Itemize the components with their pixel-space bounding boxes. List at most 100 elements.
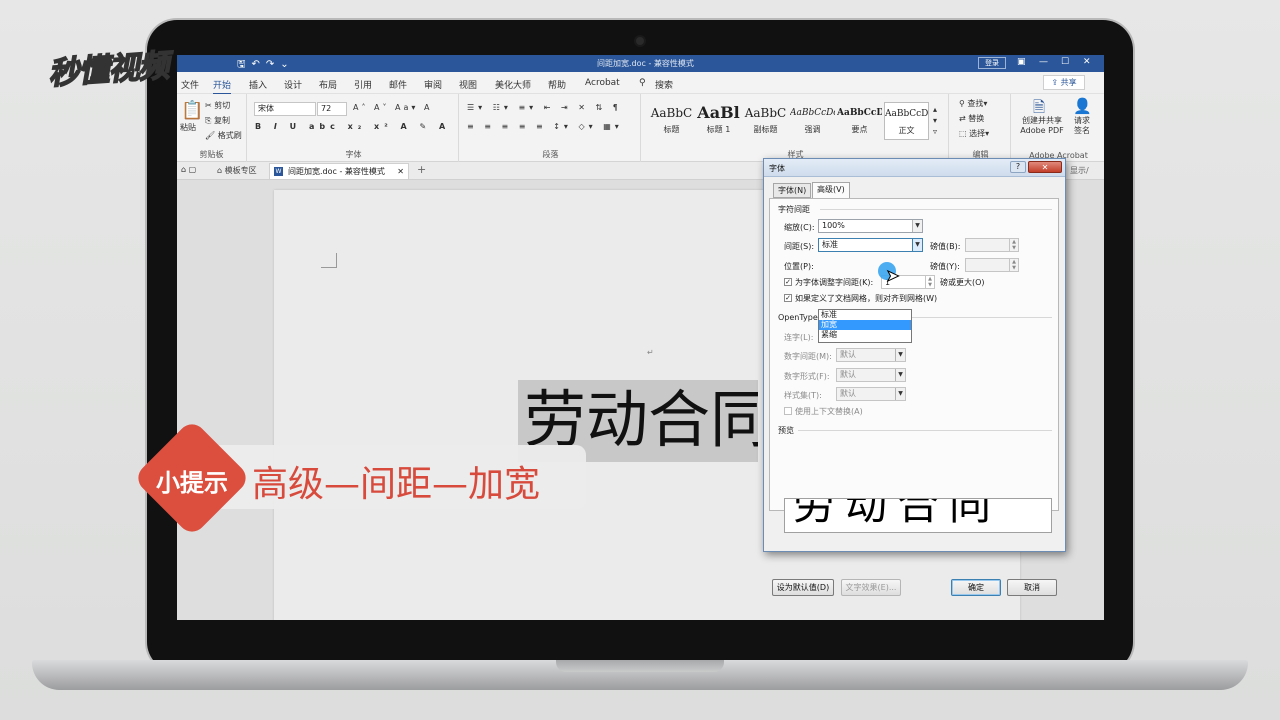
- contextual-checkbox[interactable]: [784, 407, 792, 415]
- new-tab-icon[interactable]: +: [417, 163, 426, 176]
- menu-acrobat[interactable]: Acrobat: [585, 78, 620, 88]
- sign-icon[interactable]: 👤: [1073, 97, 1092, 115]
- search-icon[interactable]: ⚲: [639, 78, 646, 88]
- minimize-icon[interactable]: —: [1039, 57, 1048, 67]
- menu-references[interactable]: 引用: [354, 78, 372, 91]
- menu-search[interactable]: 搜索: [655, 78, 673, 91]
- tab-font[interactable]: 字体(N): [773, 183, 812, 198]
- paste-button[interactable]: 粘贴: [180, 122, 196, 133]
- font-size-box[interactable]: 72: [317, 102, 347, 116]
- advanced-panel: 字符间距 缩放(C): 100% ▼ 间距(S): 标准 ▼ 磅值(B): ▲ ▼ 位…: [769, 198, 1059, 511]
- styleset-combo[interactable]: 默认 ▼: [836, 387, 906, 401]
- spacing-combo[interactable]: 标准 ▼: [818, 238, 923, 252]
- spinner-arrows-icon: ▲ ▼: [1009, 259, 1018, 271]
- ribbon-display-icon[interactable]: ▣: [1017, 57, 1026, 67]
- numform-value: 默认: [840, 370, 856, 379]
- style-title-name: 标题: [663, 125, 680, 134]
- help-button[interactable]: ?: [1010, 161, 1026, 173]
- contextual-label: 使用上下文替换(A): [795, 407, 863, 416]
- cancel-button[interactable]: 取消: [1007, 579, 1057, 596]
- style-normal-sample: AaBbCcDd: [885, 109, 928, 119]
- text-effects-button[interactable]: 文字效果(E)...: [841, 579, 901, 596]
- set-default-button[interactable]: 设为默认值(D): [772, 579, 834, 596]
- styleset-value: 默认: [840, 389, 856, 398]
- home-icon[interactable]: ⌂ ▢: [181, 165, 196, 174]
- menu-review[interactable]: 审阅: [424, 78, 442, 91]
- kerning-label: 为字体调整字间距(K):: [795, 278, 874, 287]
- request-sign-button[interactable]: 请求签名: [1071, 116, 1093, 136]
- tab-advanced[interactable]: 高级(V): [812, 182, 850, 198]
- close-window-icon[interactable]: ✕: [1083, 57, 1091, 67]
- maximize-icon[interactable]: ☐: [1061, 57, 1069, 67]
- format-painter-button[interactable]: 🖌 格式刷: [205, 130, 242, 141]
- copy-button[interactable]: ⎘ 复制: [205, 115, 230, 126]
- menu-view[interactable]: 视图: [459, 78, 477, 91]
- font-size-buttons[interactable]: A˄ A˅ Aa▾ A: [353, 103, 432, 112]
- numform-combo[interactable]: 默认 ▼: [836, 368, 906, 382]
- close-tab-icon[interactable]: ✕: [397, 164, 404, 179]
- divider: [798, 430, 1052, 431]
- show-hide-label[interactable]: 显示/: [1070, 165, 1089, 176]
- paragraph-label: 段落: [542, 150, 559, 159]
- menu-mailings[interactable]: 邮件: [389, 78, 407, 91]
- style-title[interactable]: AaBbC 标题: [649, 102, 694, 140]
- menu-insert[interactable]: 插入: [249, 78, 267, 91]
- watermark-logo: 秒懂视频: [46, 47, 170, 93]
- cut-label: 剪切: [214, 101, 231, 110]
- dropdown-option-standard[interactable]: 标准: [819, 310, 911, 320]
- clipboard-label: 剪贴板: [199, 150, 224, 159]
- share-icon: ⇪: [1051, 78, 1061, 87]
- menu-bar: 文件 开始 插入 设计 布局 引用 邮件 审阅 视图 美化大师 帮助 Acrob…: [177, 72, 1104, 95]
- scale-combo[interactable]: 100% ▼: [818, 219, 923, 233]
- position-pt-spinner[interactable]: ▲ ▼: [965, 258, 1019, 272]
- cut-button[interactable]: ✂ 剪切: [205, 100, 230, 111]
- find-button[interactable]: ⚲ 查找▾: [959, 98, 987, 109]
- share-button[interactable]: ⇪ 共享: [1043, 75, 1085, 90]
- kerning-checkbox[interactable]: ✓: [784, 278, 792, 286]
- style-heading1[interactable]: AaBl 标题 1: [696, 102, 741, 140]
- chevron-down-icon: ▼: [895, 349, 905, 361]
- menu-help[interactable]: 帮助: [548, 78, 566, 91]
- grid-checkbox[interactable]: ✓: [784, 294, 792, 302]
- style-emphasis[interactable]: AaBbCcDd 强调: [790, 102, 835, 140]
- ok-button[interactable]: 确定: [951, 579, 1001, 596]
- create-pdf-button[interactable]: 创建并共享 Adobe PDF: [1017, 116, 1067, 136]
- font-name-box[interactable]: 宋体: [254, 102, 316, 116]
- style-emphasis-name: 强调: [804, 125, 821, 134]
- login-button[interactable]: 登录: [978, 57, 1006, 69]
- replace-button[interactable]: ⇄ 替换: [959, 113, 984, 124]
- style-subtitle[interactable]: AaBbC 副标题: [743, 102, 788, 140]
- doc-tab[interactable]: W 间距加宽.doc - 兼容性模式 ✕: [269, 163, 409, 179]
- styles-scroll-icon[interactable]: ▴ ▾ ▿: [933, 104, 937, 137]
- select-label: 选择: [969, 129, 986, 138]
- style-strong-name: 要点: [851, 125, 868, 134]
- divider: [820, 209, 1052, 210]
- menu-layout[interactable]: 布局: [319, 78, 337, 91]
- style-normal[interactable]: AaBbCcDd 正文: [884, 102, 929, 140]
- style-emphasis-sample: AaBbCcDd: [790, 108, 835, 118]
- menu-file[interactable]: 文件: [181, 78, 199, 91]
- preview-heading: 预览: [778, 426, 794, 435]
- template-area-tab[interactable]: ⌂ 模板专区: [217, 165, 257, 176]
- dropdown-option-condensed[interactable]: 紧缩: [819, 330, 911, 340]
- menu-home[interactable]: 开始: [213, 78, 232, 95]
- menu-beautify[interactable]: 美化大师: [495, 78, 531, 91]
- list-buttons[interactable]: ☰▾ ☷▾ ≡▾ ⇤ ⇥ ✕ ⇅ ¶: [467, 103, 622, 112]
- format-buttons[interactable]: B I U abc x₂ x² A ✎ A: [255, 122, 450, 131]
- dialog-title: 字体: [769, 164, 785, 173]
- editing-group: ⚲ 查找▾ ⇄ 替换 ⬚ 选择▾ 编辑: [951, 94, 1011, 162]
- char-spacing-heading: 字符间距: [778, 205, 810, 214]
- styleset-label: 样式集(T):: [784, 391, 822, 400]
- style-normal-name: 正文: [898, 126, 915, 135]
- menu-design[interactable]: 设计: [284, 78, 302, 91]
- preview-text: 劳动合同: [793, 498, 1002, 529]
- paste-icon[interactable]: 📋: [181, 100, 203, 121]
- dropdown-option-expanded[interactable]: 加宽: [819, 320, 911, 330]
- select-button[interactable]: ⬚ 选择▾: [959, 128, 989, 139]
- spacing-pt-spinner[interactable]: ▲ ▼: [965, 238, 1019, 252]
- numspacing-combo[interactable]: 默认 ▼: [836, 348, 906, 362]
- dialog-close-button[interactable]: ✕: [1028, 161, 1062, 173]
- style-strong[interactable]: AaBbCcD 要点: [837, 102, 882, 140]
- align-buttons[interactable]: ≡ ≡ ≡ ≡ ≡ ↕▾ ◇▾ ▦▾: [467, 122, 623, 131]
- tip-text: 高级—间距—加宽: [252, 464, 541, 505]
